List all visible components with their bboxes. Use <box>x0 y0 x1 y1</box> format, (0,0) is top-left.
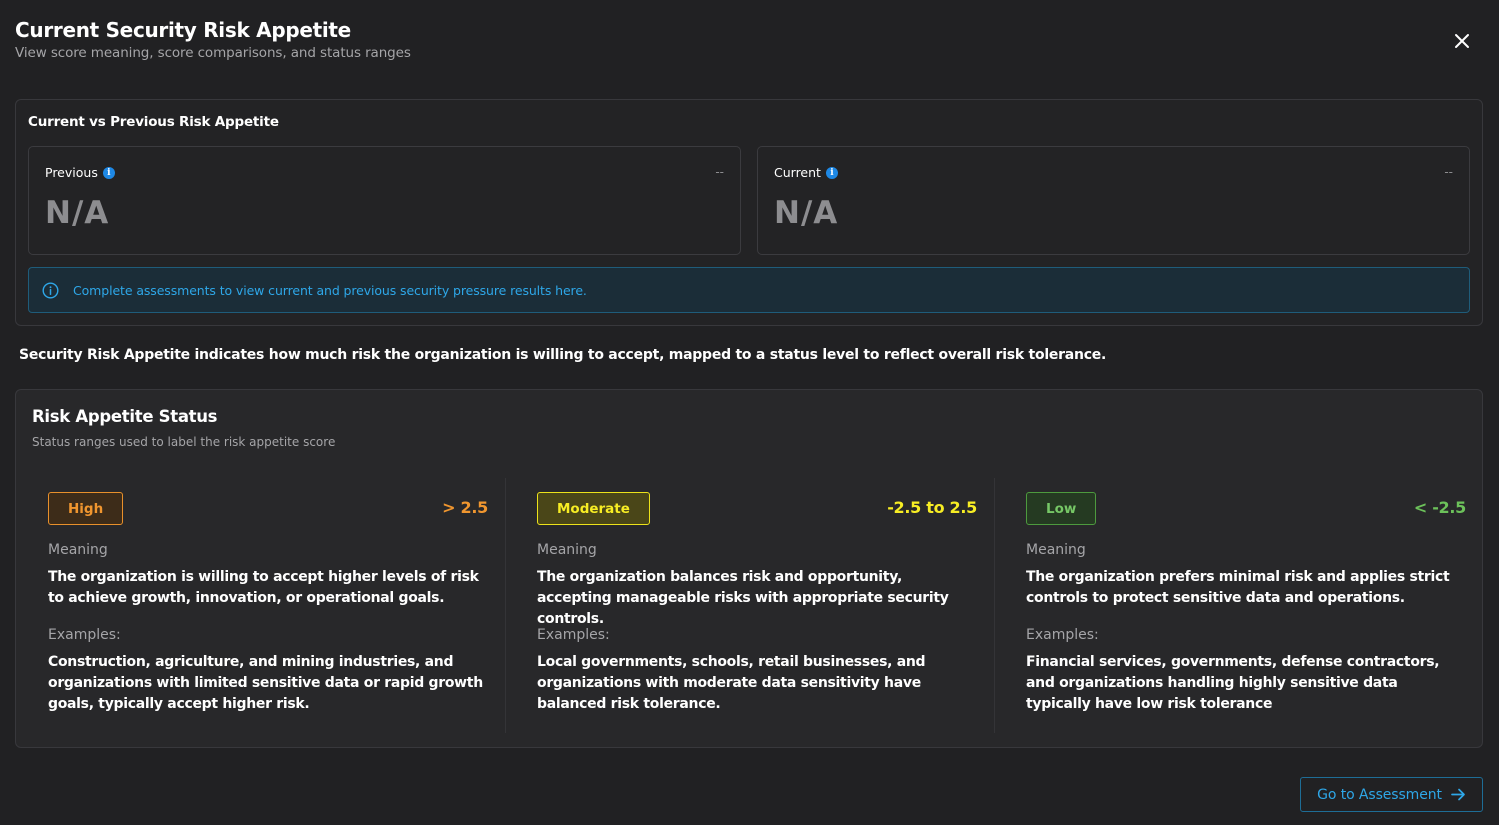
close-button[interactable] <box>1450 29 1474 53</box>
status-badge: High <box>48 492 124 525</box>
examples-label: Examples: <box>48 627 121 643</box>
risk-appetite-description: Security Risk Appetite indicates how muc… <box>19 347 1107 363</box>
previous-label: Previous <box>45 165 98 180</box>
previous-score-value: N/A <box>45 195 110 231</box>
current-score-delta: -- <box>1444 165 1453 179</box>
risk-appetite-modal: Current Security Risk Appetite View scor… <box>0 0 1499 825</box>
arrow-right-icon <box>1451 788 1465 801</box>
examples-text: Financial services, governments, defense… <box>1026 654 1440 712</box>
close-icon <box>1455 34 1469 48</box>
info-banner: Complete assessments to view current and… <box>28 267 1470 313</box>
info-circle-icon <box>42 281 59 299</box>
status-subtitle: Status ranges used to label the risk app… <box>32 435 336 449</box>
status-title: Risk Appetite Status <box>32 407 218 426</box>
status-column-low: Low < -2.5 Meaning The organization pref… <box>1026 478 1466 733</box>
previous-score-box: Previous i N/A -- <box>28 146 741 255</box>
modal-title: Current Security Risk Appetite <box>15 18 351 42</box>
info-icon[interactable]: i <box>102 166 115 179</box>
comparison-title: Current vs Previous Risk Appetite <box>28 114 279 130</box>
meaning-text: The organization is willing to accept hi… <box>48 569 479 606</box>
modal-header: Current Security Risk Appetite View scor… <box>15 17 411 61</box>
column-divider <box>505 478 506 733</box>
go-to-assessment-label: Go to Assessment <box>1317 786 1442 803</box>
info-banner-text: Complete assessments to view current and… <box>73 282 587 298</box>
meaning-label: Meaning <box>537 542 597 558</box>
status-badge: Moderate <box>537 492 650 525</box>
previous-score-delta: -- <box>715 165 724 179</box>
previous-label-wrap: Previous i <box>45 165 115 180</box>
meaning-label: Meaning <box>1026 542 1086 558</box>
status-range: > 2.5 <box>442 498 488 517</box>
current-label: Current <box>774 165 821 180</box>
status-range: -2.5 to 2.5 <box>887 498 977 517</box>
examples-text: Local governments, schools, retail busin… <box>537 654 926 712</box>
status-column-moderate: Moderate -2.5 to 2.5 Meaning The organiz… <box>537 478 977 733</box>
column-divider <box>994 478 995 733</box>
go-to-assessment-button[interactable]: Go to Assessment <box>1300 777 1483 812</box>
status-column-high: High > 2.5 Meaning The organization is w… <box>48 478 488 733</box>
examples-label: Examples: <box>537 627 610 643</box>
examples-label: Examples: <box>1026 627 1099 643</box>
meaning-label: Meaning <box>48 542 108 558</box>
info-icon[interactable]: i <box>825 166 838 179</box>
comparison-card: Current vs Previous Risk Appetite Previo… <box>15 99 1483 326</box>
meaning-text: The organization balances risk and oppor… <box>537 569 949 627</box>
status-range: < -2.5 <box>1413 498 1466 517</box>
meaning-text: The organization prefers minimal risk an… <box>1026 569 1450 606</box>
examples-text: Construction, agriculture, and mining in… <box>48 654 483 712</box>
status-card: Risk Appetite Status Status ranges used … <box>15 389 1483 748</box>
status-badge: Low <box>1026 492 1097 525</box>
current-label-wrap: Current i <box>774 165 838 180</box>
current-score-value: N/A <box>774 195 839 231</box>
current-score-box: Current i N/A -- <box>757 146 1470 255</box>
modal-subtitle: View score meaning, score comparisons, a… <box>15 45 411 61</box>
